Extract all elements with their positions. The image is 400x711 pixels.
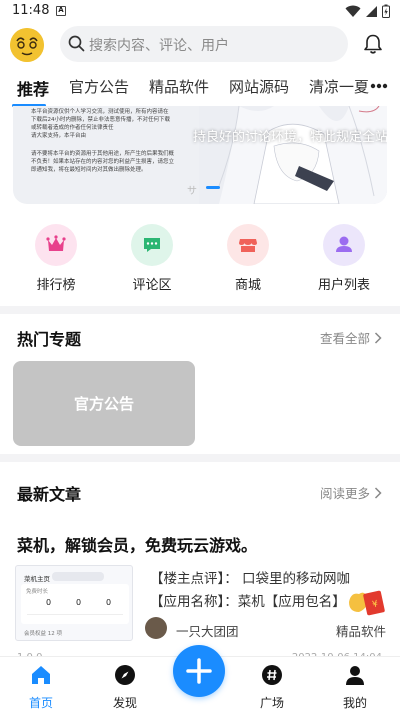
user-icon [336,236,352,252]
category-tabs: 推荐 官方公告 精品软件 网站源码 清凉一夏 [0,70,400,107]
quick-link-users[interactable]: 用户列表 [304,224,384,293]
thumb-value: 0 [106,598,112,607]
wifi-icon [345,5,361,17]
nav-discover[interactable]: 发现 [95,663,155,711]
nav-label: 首页 [28,696,53,710]
thumb-value: 0 [46,598,52,607]
notice-line: 即通知我，将在最短时间内对其做出删除处理。 [31,167,147,173]
quick-link-comments[interactable]: 评论区 [112,224,192,293]
store-icon [239,239,257,252]
view-all-label: 查看全部 [319,331,370,346]
author-avatar[interactable] [145,617,167,639]
section-divider [0,454,400,462]
quick-link-ranking[interactable]: 排行榜 [16,224,96,293]
article-line: 【应用名称】：菜机【应用包名】 [150,594,346,610]
status-bar: 11:48 A [0,0,400,22]
read-more-label: 阅读更多 [319,486,370,501]
quick-link-store[interactable]: 商城 [208,224,288,293]
notice-line: 请不要将本平台的资源用于其他用途，所产生的后果我们概 [31,151,175,157]
notice-line: 本平台资源仅供个人学习交流，测试使用，所有内容请在 [31,109,169,115]
nav-home[interactable]: 首页 [11,663,71,711]
banner-caption: 持良好的讨论环境，特此规定全站总... [193,130,387,145]
hot-topics-title: 热门专题 [17,330,82,349]
search-placeholder: 搜索内容、评论、用户 [89,38,229,54]
tab-software[interactable]: 精品软件 [149,76,209,97]
view-all-link[interactable]: 查看全部 [320,328,382,347]
thumb-value: 0 [76,598,82,607]
system-icons [345,4,390,18]
banner-notice-2: 请不要将本平台的资源用于其他用途，所产生的后果我们概 不负责！如果本站存在的内容… [31,150,201,174]
status-time: 11:48 [12,3,50,18]
article-line: 【楼主点评】： 口袋里的移动网咖 [150,571,351,587]
thumb-card: 免费时长 0 0 0 [21,584,129,624]
notice-line: 下载后24小时内删除，禁止非法恶意传播，不对任何下载 [31,117,171,123]
chevron-right-icon [374,331,382,344]
nav-label: 发现 [112,696,137,710]
notice-line: 请大家支持，本平台由 [31,133,87,139]
app-logo[interactable] [10,28,44,62]
comment-icon [144,238,160,252]
sim-icon: A [56,6,66,16]
create-post-button[interactable] [173,645,225,697]
quick-link-circle [227,224,269,266]
quick-links: 排行榜 评论区 商城 用户列表 [0,224,400,296]
search-icon [68,35,85,52]
tab-source-code[interactable]: 网站源码 [229,76,289,97]
thumb-chip [52,572,104,581]
banner-carousel[interactable]: 本平台资源仅供个人学习交流，测试使用，所有内容请在 下载后24小时内删除，禁止非… [13,106,387,204]
nav-label: 广场 [259,696,284,710]
thumb-divider [27,614,123,615]
banner-illustration [199,106,387,204]
crown-icon [46,235,66,251]
chevron-right-icon [374,486,382,499]
nav-label: 我的 [342,696,367,710]
article-category[interactable]: 精品软件 [336,621,386,640]
banner-notice: 本平台资源仅供个人学习交流，测试使用，所有内容请在 下载后24小时内删除，禁止非… [31,108,201,140]
author-name[interactable]: 一只大团团 [176,621,239,640]
profile-icon [346,666,364,685]
quick-link-label: 用户列表 [317,278,370,293]
home-icon [32,666,50,684]
tab-summer[interactable]: 清凉一夏 [309,76,369,97]
carousel-indicator [206,186,220,189]
plus-icon [186,658,212,684]
quick-link-label: 排行榜 [36,278,76,293]
nav-profile[interactable]: 我的 [325,663,385,711]
more-icon[interactable] [370,83,388,89]
section-divider [0,306,400,314]
latest-articles-title: 最新文章 [17,485,82,504]
notice-line: 不负责！如果本站存在的内容对您的利益产生损害，请您立 [31,159,175,165]
thumb-footer: 会员权益 12 项 [24,631,62,637]
thumb-title: 菜机主页 [24,575,50,583]
tab-announcements[interactable]: 官方公告 [69,76,129,97]
quick-link-circle [131,224,173,266]
nav-square[interactable]: 广场 [242,663,302,711]
search-bar[interactable]: 搜索内容、评论、用户 [60,26,348,62]
quick-link-circle [35,224,77,266]
quick-link-label: 评论区 [132,278,172,293]
banner-side-char: サ [187,186,197,197]
tab-recommend[interactable]: 推荐 [17,76,49,100]
topic-card[interactable]: 官方公告 [13,361,195,446]
quick-link-circle [323,224,365,266]
lucky-bag-sticker-icon: ¥ [349,590,385,616]
notice-line: 或转载者造成的作者任何法律责任 [31,125,114,131]
quick-link-label: 商城 [234,278,261,293]
app-header: 搜索内容、评论、用户 [0,22,400,66]
article-thumbnail[interactable]: 菜机主页 免费时长 0 0 0 会员权益 12 项 [15,565,133,641]
bell-icon[interactable] [362,33,384,55]
article-title[interactable]: 菜机，解锁会员，免费玩云游戏。 [17,532,257,556]
topic-card-label: 官方公告 [73,395,134,413]
signal-icon [366,5,377,17]
thumb-row-label: 免费时长 [26,589,49,595]
battery-icon [382,4,390,18]
hashtag-icon [262,665,282,685]
read-more-link[interactable]: 阅读更多 [320,483,382,502]
compass-icon [115,665,135,685]
